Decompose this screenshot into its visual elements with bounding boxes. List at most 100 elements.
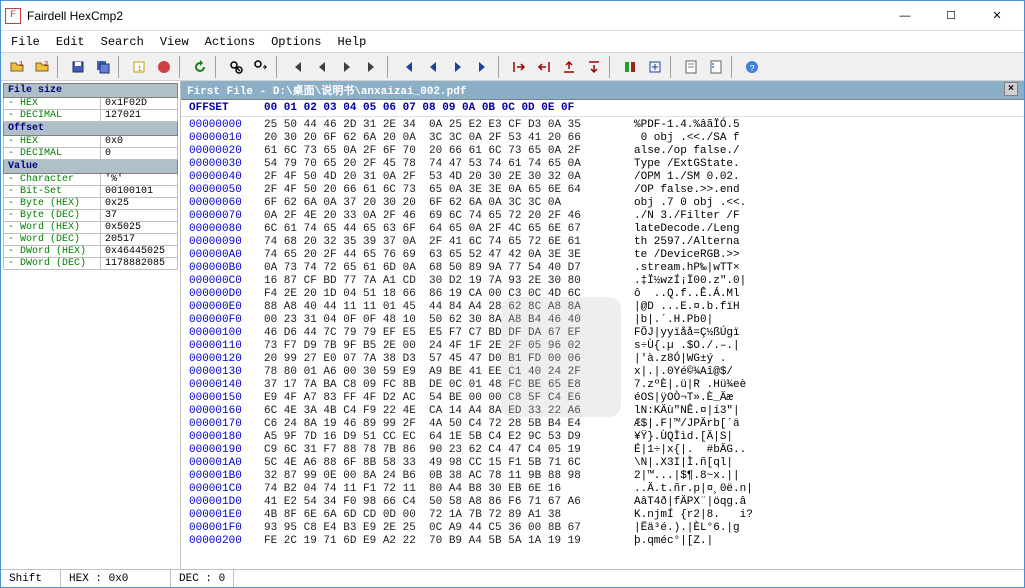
nav-last-button[interactable]	[360, 56, 384, 78]
hex-row[interactable]: 000001D041 E2 54 34 F0 98 66 C4 50 58 A8…	[189, 496, 1016, 509]
sidebar: File size- HEX0x1F02D- DECIMAL127021Offs…	[1, 81, 181, 569]
prop-label: - Byte (HEX)	[4, 198, 101, 210]
hex-row[interactable]: 0000003054 79 70 65 20 2F 45 78 74 47 53…	[189, 158, 1016, 171]
hex-row[interactable]: 000000402F 4F 50 4D 20 31 0A 2F 53 4D 20…	[189, 171, 1016, 184]
nav-next-button[interactable]	[335, 56, 359, 78]
menu-options[interactable]: Options	[263, 35, 329, 49]
hex-row[interactable]: 000000C016 87 CF BD 77 7A A1 CD 30 D2 19…	[189, 275, 1016, 288]
section-header: File size	[4, 84, 178, 98]
maximize-button[interactable]: ☐	[928, 2, 974, 30]
find-next-button[interactable]	[249, 56, 273, 78]
menu-help[interactable]: Help	[330, 35, 375, 49]
bookmark-set-button[interactable]	[618, 56, 642, 78]
prop-label: - HEX	[4, 136, 101, 148]
prop-value: 00100101	[101, 186, 178, 198]
hex-row[interactable]: 000000B00A 73 74 72 65 61 6D 0A 68 50 89…	[189, 262, 1016, 275]
hex-row[interactable]: 000000A074 65 20 2F 44 65 76 69 63 65 52…	[189, 249, 1016, 262]
info-button[interactable]: i	[127, 56, 151, 78]
prop-label: - Word (HEX)	[4, 222, 101, 234]
hex-row[interactable]: 0000014037 17 7A BA C8 09 FC 8B DE 0C 01…	[189, 379, 1016, 392]
sync-up-button[interactable]	[557, 56, 581, 78]
nav-first-button[interactable]	[285, 56, 309, 78]
svg-text:i: i	[137, 64, 142, 74]
sync-next-button[interactable]	[532, 56, 556, 78]
hex-row[interactable]: 000000700A 2F 4E 20 33 0A 2F 46 69 6C 74…	[189, 210, 1016, 223]
hex-row[interactable]: 00000190C9 6C 31 F7 88 78 7B 86 90 23 62…	[189, 444, 1016, 457]
open-file1-button[interactable]: 1	[5, 56, 29, 78]
hex-row[interactable]: 000001B032 87 99 0E 00 8A 24 B6 0B 38 AC…	[189, 470, 1016, 483]
prop-value: 127021	[101, 110, 178, 122]
hex-row[interactable]: 000001A05C 4E A6 88 6F 8B 58 33 49 98 CC…	[189, 457, 1016, 470]
window-title: Fairdell HexCmp2	[27, 9, 882, 23]
list-button[interactable]	[704, 56, 728, 78]
hex-row[interactable]: 00000200FE 2C 19 71 6D E9 A2 22 70 B9 A4…	[189, 535, 1016, 548]
sync-prev-button[interactable]	[507, 56, 531, 78]
hex-row[interactable]: 000000E088 A8 40 44 11 11 01 45 44 84 A4…	[189, 301, 1016, 314]
app-icon: F	[5, 8, 21, 24]
prop-label: - DECIMAL	[4, 148, 101, 160]
hex-row[interactable]: 000001F093 95 C8 E4 B3 E9 2E 25 0C A9 44…	[189, 522, 1016, 535]
ins-first-button[interactable]	[396, 56, 420, 78]
hex-row[interactable]: 0000009074 68 20 32 35 39 37 0A 2F 41 6C…	[189, 236, 1016, 249]
hex-row[interactable]: 0000010046 D6 44 7C 79 79 EF E5 E5 F7 C7…	[189, 327, 1016, 340]
menu-edit[interactable]: Edit	[48, 35, 93, 49]
prop-value: 0x25	[101, 198, 178, 210]
hex-row[interactable]: 000000F000 23 31 04 0F 0F 48 10 50 62 30…	[189, 314, 1016, 327]
file-close-button[interactable]: ×	[1004, 82, 1018, 96]
bookmark-go-button[interactable]	[643, 56, 667, 78]
hex-row[interactable]: 0000013078 80 01 A6 00 30 59 E9 A9 BE 41…	[189, 366, 1016, 379]
prop-label: - DWord (DEC)	[4, 258, 101, 270]
prop-value: 0x0	[101, 136, 178, 148]
hex-row[interactable]: 0000001020 30 20 6F 62 6A 20 0A 3C 3C 0A…	[189, 132, 1016, 145]
close-button[interactable]: ✕	[974, 2, 1020, 30]
hex-row[interactable]: 000000606F 62 6A 0A 37 20 30 20 6F 62 6A…	[189, 197, 1016, 210]
minimize-button[interactable]: —	[882, 2, 928, 30]
status-shift: Shift	[1, 570, 61, 587]
prop-label: - HEX	[4, 98, 101, 110]
hex-row[interactable]: 00000180A5 9F 7D 16 D9 51 CC EC 64 1E 5B…	[189, 431, 1016, 444]
find-button[interactable]	[224, 56, 248, 78]
hex-row[interactable]: 000001E04B 8F 6E 6A 6D CD 0D 00 72 1A 7B…	[189, 509, 1016, 522]
hex-row[interactable]: 0000002061 6C 73 65 0A 2F 6F 70 20 66 61…	[189, 145, 1016, 158]
hex-row[interactable]: 0000012020 99 27 E0 07 7A 38 D3 57 45 47…	[189, 353, 1016, 366]
hex-row[interactable]: 000000502F 4F 50 20 66 61 6C 73 65 0A 3E…	[189, 184, 1016, 197]
menu-file[interactable]: File	[3, 35, 48, 49]
menu-view[interactable]: View	[152, 35, 197, 49]
hex-row[interactable]: 00000150E9 4F A7 83 FF 4F D2 AC 54 BE 00…	[189, 392, 1016, 405]
nav-prev-button[interactable]	[310, 56, 334, 78]
hex-row[interactable]: 00000170C6 24 8A 19 46 89 99 2F 4A 50 C4…	[189, 418, 1016, 431]
save-button[interactable]	[66, 56, 90, 78]
prop-value: 37	[101, 210, 178, 222]
prop-value: 0x46445025	[101, 246, 178, 258]
hex-body[interactable]: 0000000025 50 44 46 2D 31 2E 34 0A 25 E2…	[181, 117, 1024, 569]
hex-row[interactable]: 000001C074 B2 04 74 11 F1 72 11 80 A4 B8…	[189, 483, 1016, 496]
stop-button[interactable]	[152, 56, 176, 78]
menu-actions[interactable]: Actions	[197, 35, 263, 49]
section-header: Offset	[4, 122, 178, 136]
file-header: First File - D:\桌面\说明书\anxaizai_002.pdf	[187, 82, 466, 98]
prop-value: 0x5025	[101, 222, 178, 234]
refresh-button[interactable]	[188, 56, 212, 78]
prop-label: - Word (DEC)	[4, 234, 101, 246]
toolbar: 1 2 i ?	[1, 53, 1024, 81]
section-header: Value	[4, 160, 178, 174]
hex-row[interactable]: 0000011073 F7 D9 7B 9F B5 2E 00 24 4F 1F…	[189, 340, 1016, 353]
hex-row[interactable]: 000001606C 4E 3A 4B C4 F9 22 4E CA 14 A4…	[189, 405, 1016, 418]
ins-next-button[interactable]	[446, 56, 470, 78]
hex-row[interactable]: 0000000025 50 44 46 2D 31 2E 34 0A 25 E2…	[189, 119, 1016, 132]
prop-label: - DWord (HEX)	[4, 246, 101, 258]
prop-label: - Character	[4, 174, 101, 186]
menu-search[interactable]: Search	[93, 35, 152, 49]
prop-value: 0x1F02D	[101, 98, 178, 110]
ins-last-button[interactable]	[471, 56, 495, 78]
save-all-button[interactable]	[91, 56, 115, 78]
prop-value: '%'	[101, 174, 178, 186]
report-button[interactable]	[679, 56, 703, 78]
sync-down-button[interactable]	[582, 56, 606, 78]
prop-value: 20517	[101, 234, 178, 246]
hex-row[interactable]: 000000D0F4 2E 20 1D 04 51 18 66 86 19 CA…	[189, 288, 1016, 301]
hex-row[interactable]: 000000806C 61 74 65 44 65 63 6F 64 65 0A…	[189, 223, 1016, 236]
help-button[interactable]: ?	[740, 56, 764, 78]
open-file2-button[interactable]: 2	[30, 56, 54, 78]
ins-prev-button[interactable]	[421, 56, 445, 78]
